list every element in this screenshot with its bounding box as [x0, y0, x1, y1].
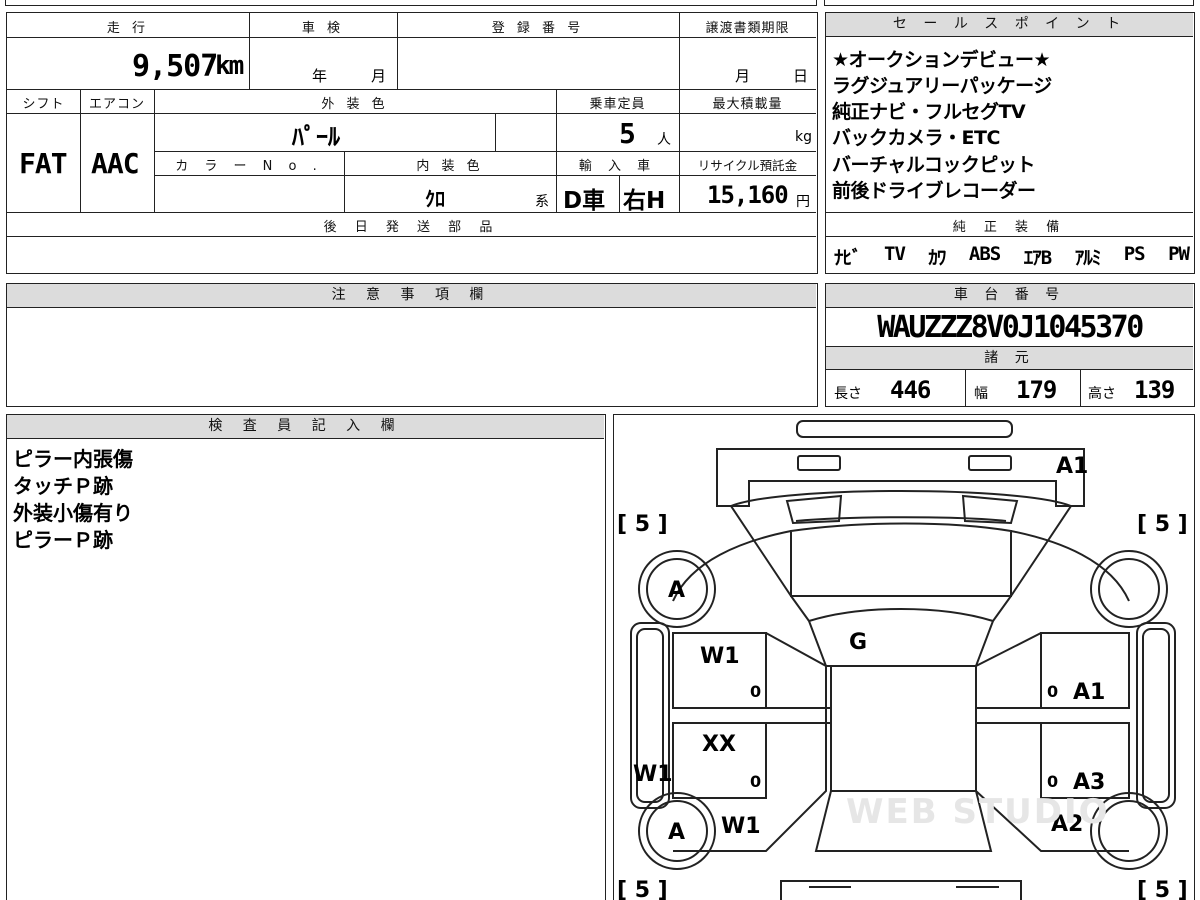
later-parts-header: 後 日 発 送 部 品	[323, 220, 500, 235]
inspector-header: 検 査 員 記 入 欄	[7, 415, 604, 439]
car-diagram-panel: [ 5 ] [ 5 ] [ 5 ] [ 5 ] A1 A G W1 XX W1 …	[613, 414, 1195, 900]
capacity-unit: 人	[657, 132, 671, 148]
mark-front-bumper: A1	[1056, 454, 1088, 479]
sales-points-header: セ ー ル ス ポ イ ン ト	[826, 13, 1193, 37]
handle-mark: 0	[1047, 682, 1058, 701]
equipment-item: ABS	[968, 243, 1001, 265]
exterior-color-value: ﾊﾟｰﾙ	[292, 123, 340, 151]
equipment-item: PW	[1168, 243, 1190, 265]
inspection-month: 月	[371, 67, 387, 85]
inspection-year: 年	[312, 67, 328, 85]
color-no-header: カ ラ ー N o .	[175, 159, 323, 174]
mileage-value: 9,507	[132, 49, 218, 84]
equipment-item: ｶﾜ	[928, 247, 946, 269]
shift-header: シフト	[22, 97, 65, 112]
equipment-list: ﾅﾋﾞ TV ｶﾜ ABS ｴｱB ｱﾙﾐ PS PW	[834, 243, 1190, 270]
sales-point-line: バーチャルコックピット	[832, 154, 1035, 176]
import-h: 右H	[623, 188, 666, 214]
import-d: D車	[563, 188, 606, 214]
notes-panel: 注 意 事 項 欄	[6, 283, 818, 407]
recycle-value: 15,160	[707, 181, 789, 209]
equipment-item: ｴｱB	[1023, 247, 1052, 269]
sales-point-line: ラグジュアリーパッケージ	[832, 75, 1052, 97]
import-header: 輸 入 車	[578, 159, 657, 174]
aircon-header: エアコン	[88, 97, 145, 112]
notes-header: 注 意 事 項 欄	[7, 284, 816, 308]
inspector-note: ピラー内張傷	[13, 447, 133, 471]
tire-mark-fr: [ 5 ]	[1137, 512, 1188, 537]
shift-value: FAT	[19, 147, 68, 180]
capacity-value: 5	[619, 117, 636, 150]
mark-left-rear-door: XX	[702, 732, 736, 757]
interior-color-header: 内 装 色	[416, 159, 484, 174]
specs-header: 諸 元	[826, 346, 1193, 370]
handle-mark: 0	[1047, 772, 1058, 791]
aircon-value: AAC	[91, 147, 140, 180]
chassis-header: 車 台 番 号	[826, 284, 1193, 308]
mark-rear-left-fender: A	[668, 820, 685, 845]
length-value: 446	[890, 376, 931, 404]
width-label: 幅	[974, 386, 988, 402]
equipment-item: ｱﾙﾐ	[1074, 247, 1101, 269]
transfer-month: 月	[735, 67, 751, 85]
interior-suffix: 系	[535, 194, 549, 210]
tire-mark-rl: [ 5 ]	[617, 878, 668, 900]
inspector-panel: 検 査 員 記 入 欄 ピラー内張傷 タッチＰ跡 外装小傷有り ピラーＰ跡	[6, 414, 606, 900]
width-value: 179	[1016, 376, 1057, 404]
max-load-header: 最大積載量	[712, 97, 783, 112]
tire-mark-fl: [ 5 ]	[617, 512, 668, 537]
chassis-number: WAUZZZ8V0J1045370	[877, 310, 1144, 345]
sales-point-line: ★オークションデビュー★	[832, 49, 1051, 71]
mileage-header: 走 行	[106, 21, 150, 36]
handle-mark: 0	[750, 682, 761, 701]
top-strip-right	[824, 0, 1194, 6]
sales-point-line: 前後ドライブレコーダー	[832, 180, 1036, 202]
mark-windshield: G	[849, 630, 867, 655]
mileage-unit: km	[215, 51, 244, 81]
inspector-note: 外装小傷有り	[13, 501, 133, 525]
transfer-deadline-header: 譲渡書類期限	[705, 21, 790, 36]
recycle-fee-header: リサイクル預託金	[697, 158, 798, 173]
sales-point-line: バックカメラ・ETC	[832, 127, 1000, 149]
registration-header: 登 録 番 号	[491, 21, 585, 36]
mark-front-left-fender: A	[668, 578, 685, 603]
height-value: 139	[1134, 376, 1175, 404]
height-label: 高さ	[1088, 386, 1116, 402]
inspector-note: タッチＰ跡	[13, 474, 113, 498]
max-load-unit: kg	[795, 129, 812, 145]
mark-left-front-door: W1	[700, 644, 740, 669]
inspector-note: ピラーＰ跡	[13, 528, 113, 552]
mark-left-pillar: W1	[633, 762, 673, 787]
sales-points-panel: セ ー ル ス ポ イ ン ト ★オークションデビュー★ ラグジュアリーパッケー…	[825, 12, 1195, 274]
recycle-unit: 円	[796, 194, 810, 210]
handle-mark: 0	[750, 772, 761, 791]
top-strip	[5, 0, 817, 6]
mark-left-rear-quarter: W1	[721, 814, 761, 839]
tire-mark-rr: [ 5 ]	[1137, 878, 1188, 900]
equipment-header: 純 正 装 備	[952, 220, 1067, 235]
chassis-panel: 車 台 番 号 WAUZZZ8V0J1045370 諸 元 長さ 446 幅 1…	[825, 283, 1195, 407]
sales-point-line: 純正ナビ・フルセグTV	[832, 101, 1026, 123]
vehicle-info-panel: 走 行 車 検 登 録 番 号 譲渡書類期限 9,507 km 年 月 月 日 …	[6, 12, 818, 274]
equipment-item: PS	[1123, 243, 1146, 265]
equipment-item: TV	[884, 243, 906, 265]
exterior-color-header: 外 装 色	[321, 97, 389, 112]
car-diagram: [ 5 ] [ 5 ] [ 5 ] [ 5 ] A1 A G W1 XX W1 …	[617, 420, 1188, 900]
inspection-header: 車 検	[301, 21, 345, 36]
mark-right-front-door: A1	[1073, 680, 1105, 705]
watermark: WEB STUDIO	[846, 792, 1110, 832]
capacity-header: 乗車定員	[589, 97, 646, 112]
interior-color-value: ｸﾛ	[425, 187, 445, 211]
equipment-item: ﾅﾋﾞ	[834, 247, 861, 269]
transfer-day: 日	[793, 67, 809, 85]
length-label: 長さ	[834, 386, 862, 402]
